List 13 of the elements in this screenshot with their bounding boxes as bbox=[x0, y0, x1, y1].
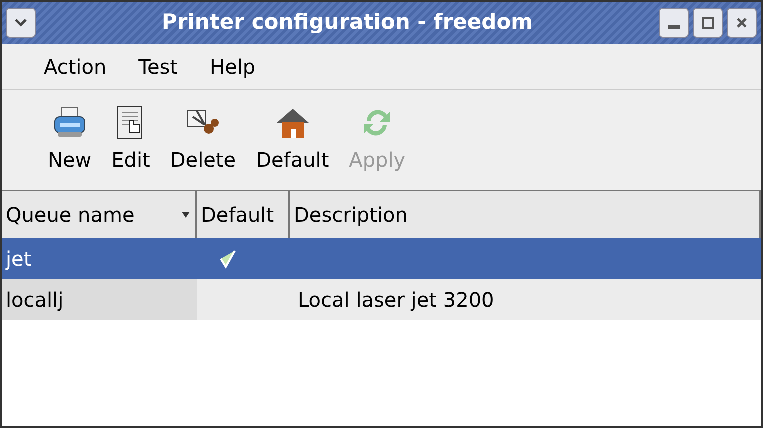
toolbar-button[interactable]: Default bbox=[248, 105, 338, 175]
menu-item[interactable]: Help bbox=[198, 52, 268, 82]
toolbar-button[interactable]: Delete bbox=[162, 105, 244, 175]
toolbar-button[interactable]: Edit bbox=[104, 105, 158, 175]
table-cell-text: jet bbox=[6, 246, 32, 272]
toolbar-button[interactable]: New bbox=[40, 105, 100, 175]
window-title: Printer configuration - freedom bbox=[162, 9, 534, 36]
table-cell-text: locallj bbox=[6, 286, 64, 314]
table-row[interactable]: jet bbox=[2, 238, 761, 279]
menu-item[interactable]: Test bbox=[126, 52, 190, 82]
table-row[interactable]: locallj Local laser jet 3200 bbox=[2, 279, 761, 320]
menu-item[interactable]: Action bbox=[32, 52, 119, 82]
table-cell: Local laser jet 3200 bbox=[298, 288, 494, 312]
